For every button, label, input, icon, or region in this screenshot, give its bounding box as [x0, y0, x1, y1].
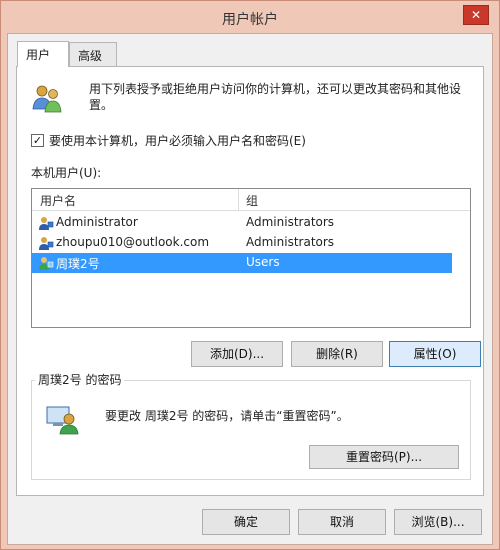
- table-row[interactable]: zhoupu010@outlook.com Administrators: [32, 233, 452, 253]
- table-row-selected[interactable]: 周璞2号 Users: [32, 253, 452, 273]
- tab-advanced[interactable]: 高级: [69, 42, 117, 66]
- password-user-icon: [46, 406, 79, 435]
- row-username: Administrator: [56, 215, 138, 229]
- window-title: 用户帐户: [222, 12, 278, 28]
- password-group-title: 周璞2号 的密码: [35, 371, 125, 388]
- users-icon: [32, 85, 62, 113]
- intro-text: 用下列表授予或拒绝用户访问你的计算机，还可以更改其密码和其他设置。: [89, 82, 462, 112]
- user-icon: [39, 257, 54, 270]
- row-group: Administrators: [246, 235, 335, 249]
- close-button[interactable]: ✕: [463, 5, 489, 25]
- column-header-group[interactable]: 组: [246, 192, 258, 209]
- row-username: zhoupu010@outlook.com: [56, 235, 210, 249]
- add-user-button[interactable]: 添加(D)...: [191, 341, 283, 367]
- list-header: 用户名 组: [32, 189, 470, 211]
- user-icon: [39, 237, 54, 250]
- tab-users[interactable]: 用户: [17, 41, 69, 67]
- require-login-label[interactable]: 要使用本计算机，用户必须输入用户名和密码(E): [49, 132, 306, 149]
- column-header-username[interactable]: 用户名: [40, 192, 76, 209]
- column-divider[interactable]: [238, 189, 239, 211]
- ok-button[interactable]: 确定: [202, 509, 290, 535]
- title-bar[interactable]: 用户帐户 ✕: [1, 1, 499, 33]
- dialog-client-area: 用户 高级 用下列表授予或拒绝用户访问你的计算机，还可以更改其密码和其他设置。 …: [7, 33, 493, 545]
- delete-user-button[interactable]: 删除(R): [291, 341, 383, 367]
- user-accounts-window: 用户帐户 ✕ 用户 高级 用下列表授予或拒绝用户访问你的计算机，还可以更改其密码…: [0, 0, 500, 550]
- require-login-option[interactable]: ✓ 要使用本计算机，用户必须输入用户名和密码(E): [31, 131, 306, 149]
- table-row[interactable]: Administrator Administrators: [32, 213, 452, 233]
- row-group: Administrators: [246, 215, 335, 229]
- local-users-label: 本机用户(U):: [31, 166, 102, 180]
- reset-password-button[interactable]: 重置密码(P)...: [309, 445, 459, 469]
- cancel-button[interactable]: 取消: [298, 509, 386, 535]
- properties-button[interactable]: 属性(O): [389, 341, 481, 367]
- local-users-list[interactable]: 用户名 组 Administrator Administrators zhoup…: [31, 188, 471, 328]
- users-tab-panel: 用下列表授予或拒绝用户访问你的计算机，还可以更改其密码和其他设置。 ✓ 要使用本…: [16, 66, 484, 496]
- close-icon: ✕: [470, 8, 482, 22]
- password-instruction: 要更改 周璞2号 的密码，请单击“重置密码”。: [105, 409, 349, 423]
- require-login-checkbox[interactable]: ✓: [31, 133, 44, 147]
- row-group: Users: [246, 255, 280, 269]
- row-username: 周璞2号: [56, 257, 100, 271]
- user-icon: [39, 217, 54, 230]
- list-scroll-area[interactable]: [454, 211, 470, 327]
- browse-button[interactable]: 浏览(B)...: [394, 509, 482, 535]
